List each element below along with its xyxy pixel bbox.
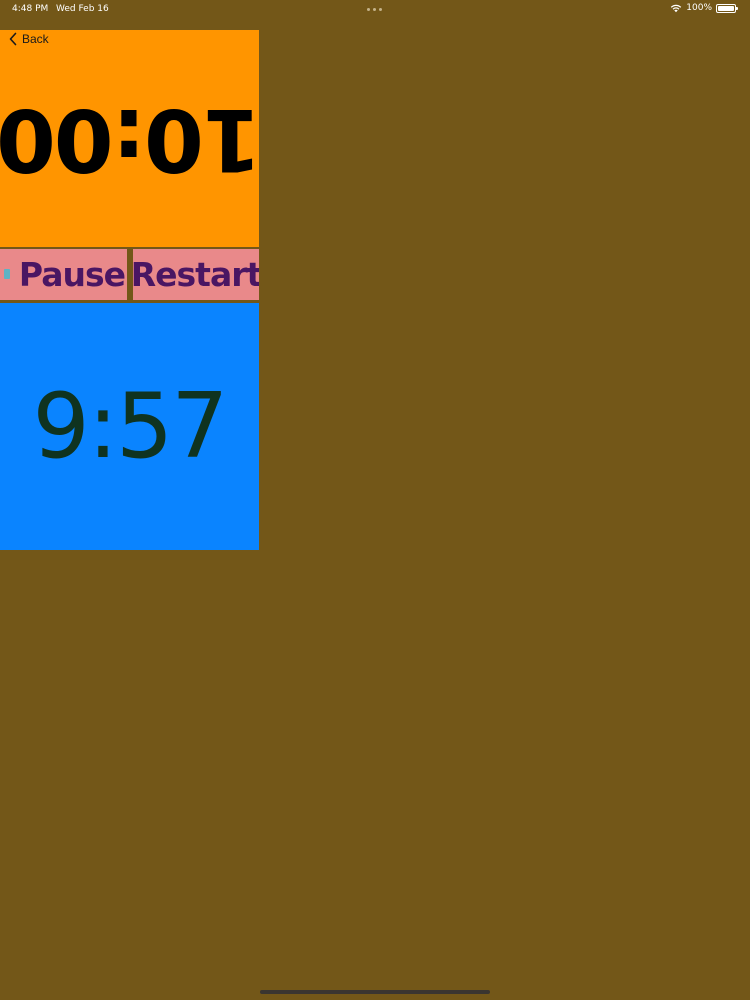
status-date: Wed Feb 16 [56,4,109,14]
pause-label: Pause [18,255,126,294]
multitasking-dots-icon[interactable] [367,8,382,11]
back-button[interactable]: Back [8,30,49,48]
chevron-left-icon [9,32,17,46]
timer-controls: Pause Restart [0,249,259,300]
bottom-player-timer[interactable]: 9:57 [0,303,259,550]
home-indicator[interactable] [260,990,490,994]
status-right: 100% [670,3,738,13]
back-label: Back [22,32,49,46]
wifi-icon [671,4,682,13]
focus-indicator-icon [4,269,10,279]
top-timer-display: 10:00 [0,88,259,189]
pause-button[interactable]: Pause [0,249,127,300]
restart-label: Restart [133,255,259,294]
battery-percent: 100% [686,3,712,13]
bottom-timer-display: 9:57 [32,374,228,479]
restart-button[interactable]: Restart [133,249,259,300]
battery-icon [716,3,738,13]
top-player-timer[interactable]: 10:00 [0,30,259,247]
status-bar: 4:48 PM Wed Feb 16 100% [0,0,750,18]
status-time: 4:48 PM [12,4,49,14]
